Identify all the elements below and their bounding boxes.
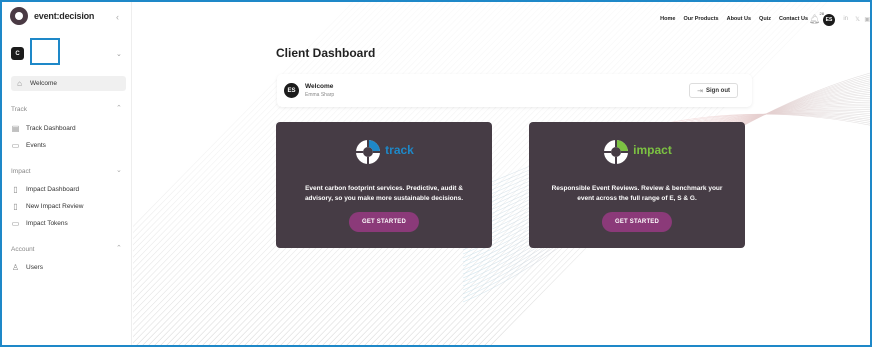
sidebar-item-impact-dashboard[interactable]: ▯ Impact Dashboard (11, 183, 79, 196)
impact-desc-line-2: event across the full range of E, S & G. (577, 195, 697, 203)
user-icon: ♙ (11, 263, 20, 272)
sidebar-item-label: Welcome (30, 80, 57, 87)
org-name-placeholder (30, 38, 60, 65)
section-label-account: Account (11, 246, 35, 253)
track-logo: track (276, 138, 492, 166)
nav-link-our-products[interactable]: Our Products (683, 16, 718, 22)
track-get-started-button[interactable]: GET STARTED (348, 212, 420, 232)
section-label-track: Track (11, 106, 28, 113)
nav-link-contact-us[interactable]: Contact Us (779, 16, 808, 22)
nav-link-home[interactable]: Home (660, 16, 675, 22)
org-switcher[interactable]: C (11, 38, 60, 65)
top-navigation: Home Our Products About Us Quiz Contact … (660, 16, 808, 22)
home-icon: ⌂ (17, 79, 22, 88)
dashboard-icon: ▤ (11, 124, 20, 133)
sidebar-item-events[interactable]: ▭ Events (11, 139, 46, 152)
sidebar-item-label: Events (26, 142, 46, 149)
track-name: track (385, 143, 414, 157)
token-icon: ▭ (11, 219, 20, 228)
page-title: Client Dashboard (276, 46, 376, 60)
impact-name: impact (633, 143, 672, 157)
user-avatar: ES (284, 83, 299, 98)
impact-logo: impact (529, 138, 745, 166)
track-chevron-up-icon[interactable]: ⌃ (116, 104, 122, 112)
brand-name: event:decision (34, 11, 95, 21)
twitter-icon[interactable]: 𝕏 (855, 16, 860, 23)
document-icon: ▯ (13, 202, 18, 211)
app-window: Client Dashboard ES Welcome Emma Sharp ⇥… (0, 0, 872, 347)
sidebar-item-welcome[interactable]: ⌂ Welcome (11, 76, 126, 91)
sidebar: event:decision ‹ C ⌄ ⌂ Welcome Track ⌃ ▤… (2, 2, 132, 345)
track-logo-icon (356, 140, 381, 164)
nav-link-quiz[interactable]: Quiz (759, 16, 771, 22)
track-desc-line-2: advisory, so you make more sustainable d… (304, 195, 464, 203)
impact-description: Responsible Event Reviews. Review & benc… (537, 184, 737, 204)
user-name: Emma Sharp (305, 92, 335, 98)
instagram-icon[interactable]: ▣ (864, 16, 870, 23)
org-avatar: C (11, 47, 24, 60)
sidebar-item-label: Track Dashboard (26, 125, 76, 132)
track-product-card: track Event carbon footprint services. P… (276, 122, 492, 248)
org-chevron-down-icon[interactable]: ⌄ (116, 50, 122, 58)
impact-logo-icon (604, 140, 629, 164)
nav-link-about-us[interactable]: About Us (727, 16, 751, 22)
main-content: Client Dashboard ES Welcome Emma Sharp ⇥… (133, 2, 870, 345)
welcome-card: ES Welcome Emma Sharp ⇥ Sign out (277, 74, 752, 107)
calendar-icon: ▭ (11, 141, 20, 150)
sidebar-item-label: Impact Dashboard (26, 186, 80, 193)
sign-out-icon: ⇥ (697, 87, 703, 95)
sidebar-item-users[interactable]: ♙ Users (11, 261, 43, 274)
sidebar-item-impact-tokens[interactable]: ▭ Impact Tokens (11, 217, 68, 230)
sign-out-button[interactable]: ⇥ Sign out (689, 83, 738, 98)
sidebar-item-label: New Impact Review (26, 203, 84, 210)
impact-get-started-button[interactable]: GET STARTED (601, 212, 673, 232)
track-description: Event carbon footprint services. Predict… (284, 184, 484, 204)
impact-chevron-down-icon[interactable]: ⌄ (116, 166, 122, 174)
welcome-title: Welcome (305, 83, 334, 90)
account-chevron-up-icon[interactable]: ⌃ (116, 244, 122, 252)
bell-icon[interactable]: 🔔︎ (809, 14, 820, 25)
brand-logo-icon (10, 7, 28, 25)
sidebar-item-new-impact-review[interactable]: ▯ New Impact Review (11, 200, 83, 213)
linkedin-icon[interactable]: in (843, 16, 848, 22)
sign-out-label: Sign out (706, 87, 730, 94)
top-user-avatar[interactable]: ES (823, 14, 835, 26)
track-desc-line-1: Event carbon footprint services. Predict… (305, 185, 463, 192)
brand-logo[interactable]: event:decision (10, 7, 95, 25)
background-wave-pattern (133, 2, 870, 345)
sidebar-item-label: Users (26, 264, 43, 271)
sidebar-item-label: Impact Tokens (26, 220, 68, 227)
sidebar-item-track-dashboard[interactable]: ▤ Track Dashboard (11, 122, 76, 135)
section-label-impact: Impact (11, 168, 31, 175)
top-bar: Home Our Products About Us Quiz Contact … (132, 2, 870, 38)
impact-product-card: impact Responsible Event Reviews. Review… (529, 122, 745, 248)
collapse-sidebar-icon[interactable]: ‹ (116, 12, 119, 22)
clipboard-icon: ▯ (13, 185, 18, 194)
impact-desc-line-1: Responsible Event Reviews. Review & benc… (551, 185, 723, 192)
